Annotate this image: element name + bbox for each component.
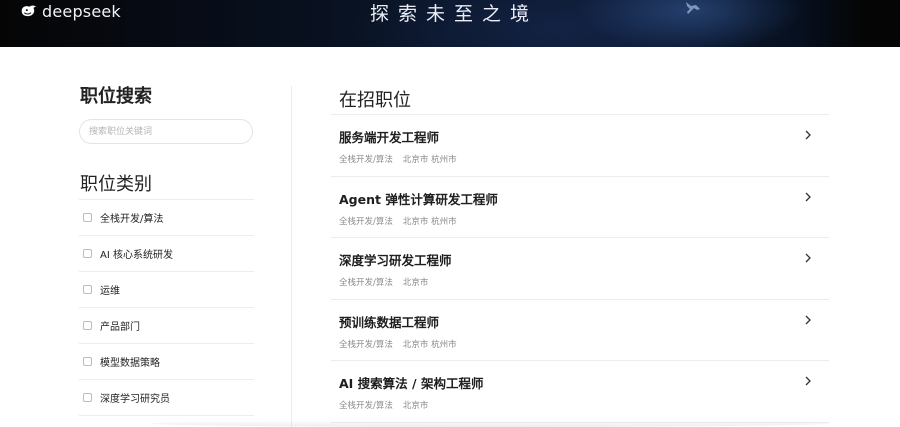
chevron-right-icon[interactable] xyxy=(803,252,813,264)
category-item-dl-researcher[interactable]: 深度学习研究员 xyxy=(79,380,254,416)
job-category: 全栈开发/算法 xyxy=(339,401,393,411)
jobs-title: 在招职位 xyxy=(339,90,411,111)
job-location: 北京市 杭州市 xyxy=(402,216,457,227)
category-item-fullstack[interactable]: 全栈开发/算法 xyxy=(79,200,254,236)
job-category: 全栈开发/算法 xyxy=(339,155,393,165)
category-label: 产品部门 xyxy=(100,322,140,333)
chevron-right-icon[interactable] xyxy=(803,375,813,387)
checkbox-icon[interactable] xyxy=(83,285,92,294)
job-title[interactable]: 深度学习研发工程师 xyxy=(339,250,452,269)
category-item-data-strategy[interactable]: 模型数据策略 xyxy=(79,344,254,380)
job-title[interactable]: 服务端开发工程师 xyxy=(339,127,439,146)
job-category: 全栈开发/算法 xyxy=(339,339,393,350)
category-label: AI 核心系统研发 xyxy=(100,250,173,261)
job-meta: 全栈开发/算法 北京市 杭州市 xyxy=(339,338,467,350)
checkbox-icon[interactable] xyxy=(83,357,92,366)
checkbox-icon[interactable] xyxy=(83,213,92,222)
job-location: 北京市 杭州市 xyxy=(402,155,457,165)
job-title[interactable]: 预训练数据工程师 xyxy=(339,312,439,331)
category-label: 深度学习研究员 xyxy=(100,394,170,405)
job-item[interactable]: 深度学习研发工程师 全栈开发/算法 北京市 xyxy=(331,238,829,300)
chevron-right-icon[interactable] xyxy=(803,191,813,203)
job-list: 服务端开发工程师 全栈开发/算法 北京市 杭州市 Agent 弹性计算研发工程师 … xyxy=(331,114,829,423)
search-input[interactable] xyxy=(79,119,253,144)
bottom-shadow xyxy=(150,420,830,427)
job-item[interactable]: 服务端开发工程师 全栈开发/算法 北京市 杭州市 xyxy=(331,115,829,177)
job-location: 北京市 xyxy=(402,278,429,288)
chevron-right-icon[interactable] xyxy=(803,314,813,326)
banner-slogan: 探索未至之境 xyxy=(369,3,538,25)
job-meta: 全栈开发/算法 北京市 杭州市 xyxy=(339,215,467,227)
category-item-product[interactable]: 产品部门 xyxy=(79,308,254,344)
job-item[interactable]: 预训练数据工程师 全栈开发/算法 北京市 杭州市 xyxy=(331,300,829,361)
chevron-right-icon[interactable] xyxy=(803,129,813,141)
search-section: 职位搜索 xyxy=(80,84,254,110)
job-meta: 全栈开发/算法 北京市 杭州市 xyxy=(339,153,467,165)
job-category: 全栈开发/算法 xyxy=(339,278,393,288)
job-location: 北京市 杭州市 xyxy=(402,339,457,350)
diver-figure xyxy=(686,2,700,14)
checkbox-icon[interactable] xyxy=(83,321,92,330)
category-label: 模型数据策略 xyxy=(100,358,160,369)
job-category: 全栈开发/算法 xyxy=(339,216,393,227)
job-item[interactable]: AI 搜索算法 / 架构工程师 全栈开发/算法 北京市 xyxy=(331,361,829,423)
job-item[interactable]: Agent 弹性计算研发工程师 全栈开发/算法 北京市 杭州市 xyxy=(331,177,829,238)
search-title: 职位搜索 xyxy=(80,86,152,107)
header-banner: deepseek 探索未至之境 xyxy=(0,0,900,47)
job-meta: 全栈开发/算法 北京市 xyxy=(339,276,438,288)
job-title[interactable]: AI 搜索算法 / 架构工程师 xyxy=(339,373,483,392)
category-list: 全栈开发/算法 AI 核心系统研发 运维 产品部门 模型数据策略 深度学习研究员 xyxy=(79,199,254,416)
category-item-ops[interactable]: 运维 xyxy=(79,272,254,308)
category-label: 全栈开发/算法 xyxy=(100,214,164,225)
category-item-ai-core[interactable]: AI 核心系统研发 xyxy=(79,236,254,272)
job-meta: 全栈开发/算法 北京市 xyxy=(339,399,438,411)
category-title: 职位类别 xyxy=(80,174,152,195)
job-location: 北京市 xyxy=(402,401,429,411)
job-title[interactable]: Agent 弹性计算研发工程师 xyxy=(339,189,498,208)
checkbox-icon[interactable] xyxy=(83,393,92,402)
checkbox-icon[interactable] xyxy=(83,249,92,258)
column-divider xyxy=(291,86,292,427)
category-label: 运维 xyxy=(100,286,120,297)
